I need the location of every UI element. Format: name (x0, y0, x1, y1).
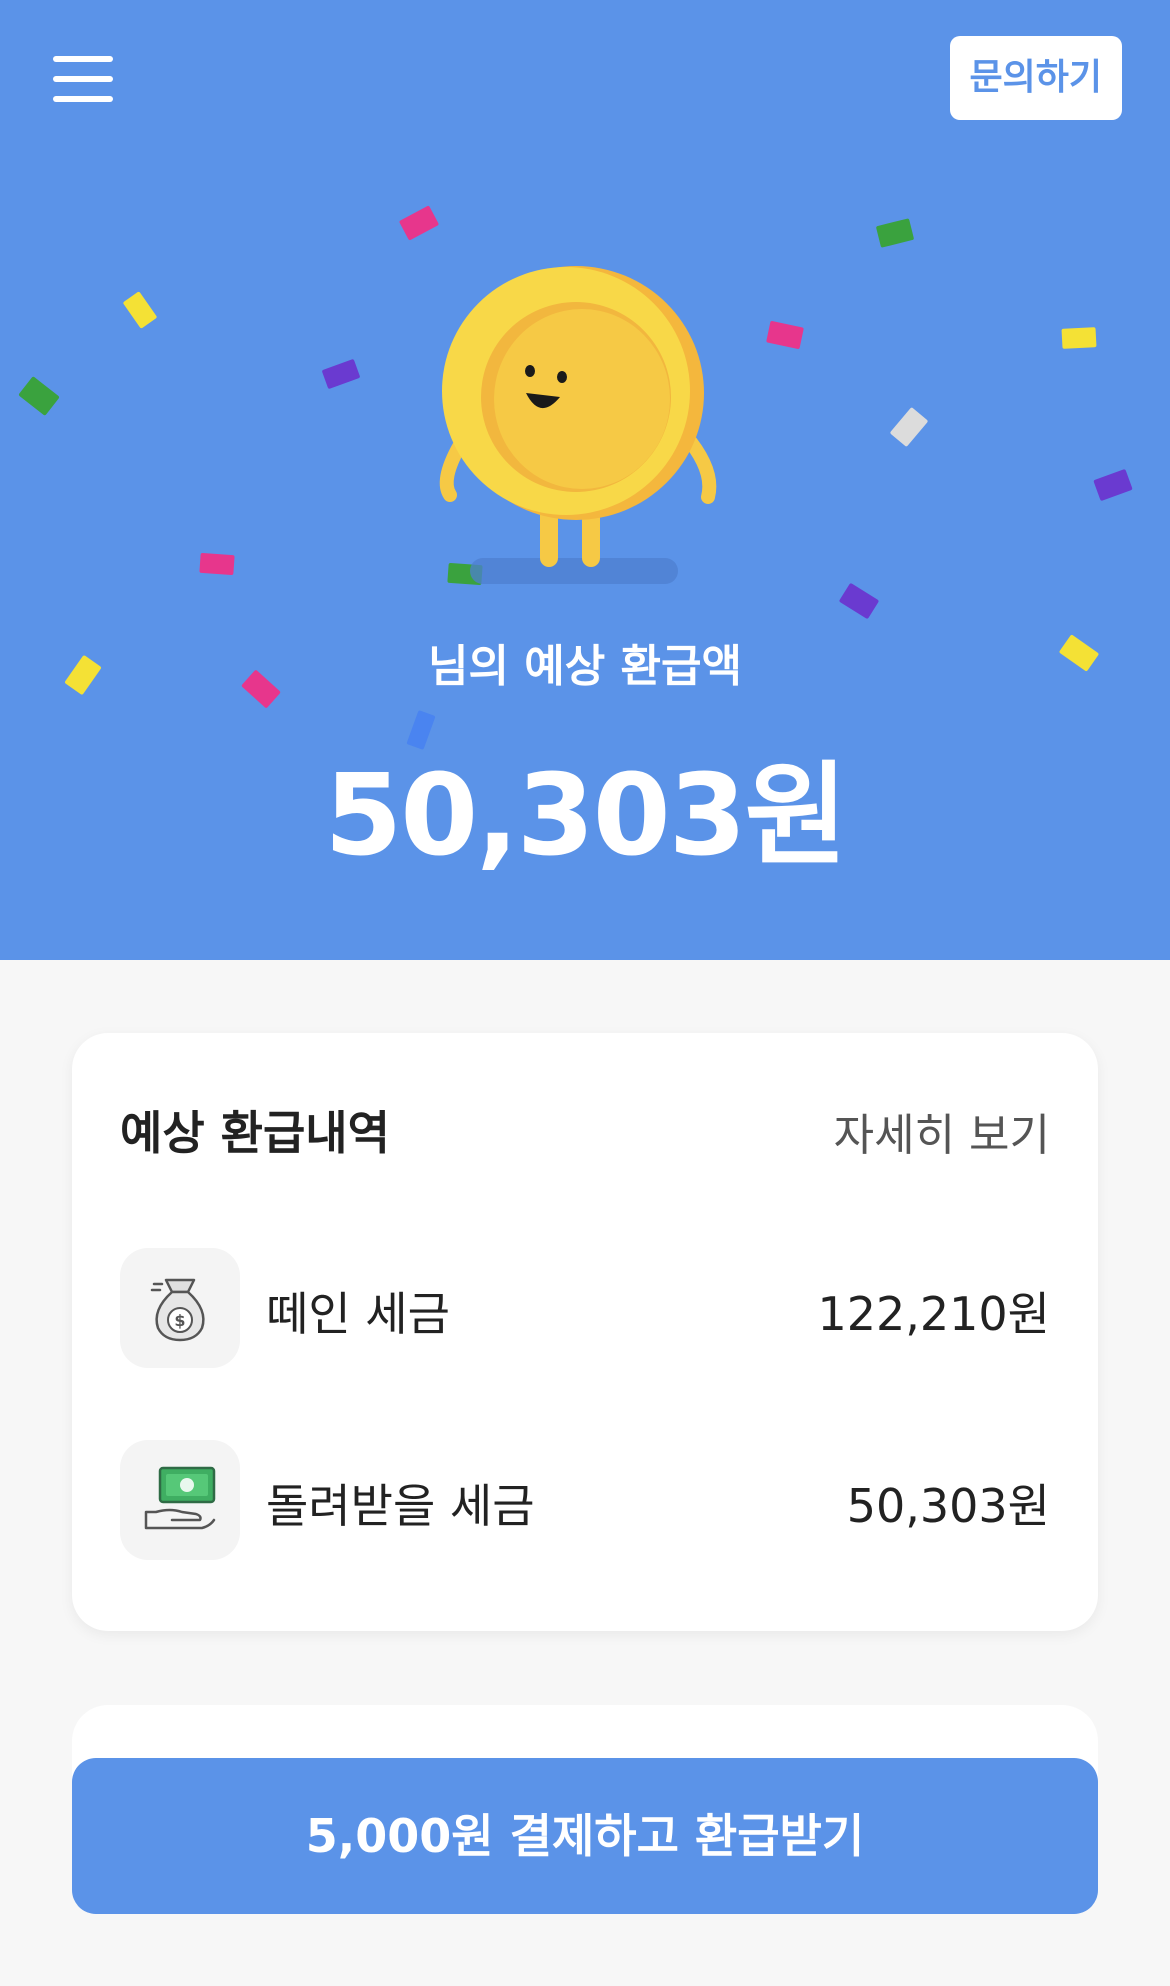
confetti (398, 205, 440, 241)
confetti (18, 376, 60, 416)
confetti (889, 406, 929, 448)
confetti (1093, 468, 1133, 502)
money-bag-icon: $ (120, 1248, 240, 1368)
confetti (875, 218, 915, 248)
row-label: 돌려받을 세금 (266, 1479, 535, 1533)
pay-and-refund-button[interactable]: 5,000원 결제하고 환급받기 (72, 1758, 1098, 1914)
confetti (122, 291, 158, 329)
confetti (199, 552, 235, 576)
list-item: 돌려받을 세금 50,303원 (120, 1440, 1050, 1560)
row-value: 50,303원 (846, 1479, 1050, 1533)
cash-in-hand-icon (120, 1440, 240, 1560)
confetti (1061, 327, 1097, 349)
confetti (766, 320, 804, 350)
row-label: 떼인 세금 (266, 1287, 450, 1341)
confetti (838, 582, 880, 620)
confetti (321, 358, 361, 390)
hero-subtitle: 님의 예상 환급액 (428, 641, 742, 692)
coin-mascot-icon (439, 266, 717, 567)
detail-link[interactable]: 자세히 보기 (834, 1099, 1050, 1163)
refund-summary-card: 예상 환급내역 자세히 보기 $ 떼인 세금 122,210원 돌려받을 세금 … (72, 1033, 1098, 1631)
contact-button[interactable]: 문의하기 (949, 36, 1122, 120)
row-value: 122,210원 (817, 1287, 1050, 1341)
card-title: 예상 환급내역 (120, 1106, 390, 1160)
hero-banner: 문의하기 님의 예상 환급액 50,303원 (0, 0, 1170, 960)
hero-refund-amount: 50,303원 (324, 751, 847, 881)
svg-text:$: $ (174, 1311, 185, 1330)
list-item: $ 떼인 세금 122,210원 (120, 1248, 1050, 1368)
menu-icon[interactable] (53, 56, 113, 102)
